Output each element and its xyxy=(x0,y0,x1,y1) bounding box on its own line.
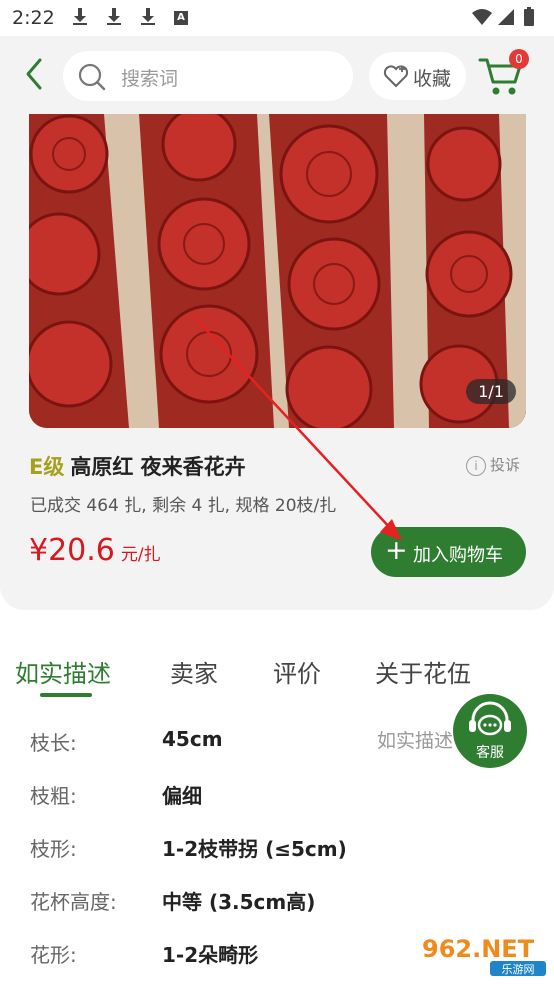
price-amount: ¥20.6 xyxy=(29,533,115,568)
tab-description[interactable]: 如实描述 xyxy=(15,654,111,689)
download-icon xyxy=(73,8,87,25)
spec-label: 枝长: xyxy=(30,731,77,755)
grade-label: E级 xyxy=(29,455,65,479)
spec-label: 枝粗: xyxy=(30,784,77,808)
customer-service-button[interactable]: 客服 xyxy=(453,694,527,768)
active-tab-indicator xyxy=(40,693,92,697)
favorite-label: 收藏 xyxy=(413,68,452,90)
info-icon: i xyxy=(466,455,486,476)
spec-label: 花杯高度: xyxy=(30,890,117,914)
search-input[interactable]: 搜索词 xyxy=(63,51,353,101)
report-label: 投诉 xyxy=(490,456,521,474)
spec-value: 中等 (3.5cm高) xyxy=(162,890,316,914)
search-icon xyxy=(78,63,106,91)
tab-about[interactable]: 关于花伍 xyxy=(375,654,471,689)
tab-reviews[interactable]: 评价 xyxy=(273,654,321,689)
favorite-button[interactable]: 收藏 xyxy=(369,52,466,100)
roses-image xyxy=(29,114,526,428)
status-time: 2:22 xyxy=(12,7,55,29)
spec-value: 偏细 xyxy=(162,784,202,808)
cart-button[interactable]: 0 xyxy=(478,49,529,98)
price-unit: 元/扎 xyxy=(120,545,161,565)
search-placeholder: 搜索词 xyxy=(121,68,179,90)
image-pager: 1/1 xyxy=(466,379,516,404)
plus-icon: + xyxy=(385,535,408,566)
spec-value: 45cm xyxy=(162,727,223,751)
spec-value: 1-2枝带拐 (≤5cm) xyxy=(162,837,347,861)
add-to-cart-label: 加入购物车 xyxy=(413,545,503,566)
detail-tabs: 如实描述 卖家 评价 关于花伍 xyxy=(0,648,554,696)
heart-icon xyxy=(383,65,409,88)
price: ¥20.6 元/扎 xyxy=(29,533,161,568)
watermark-brand: 962.NET xyxy=(422,935,535,963)
product-image[interactable]: 1/1 xyxy=(29,114,526,428)
download-icon xyxy=(107,8,121,25)
cart-count-badge: 0 xyxy=(509,49,529,69)
spec-label: 枝形: xyxy=(30,837,77,861)
download-icon xyxy=(141,8,155,25)
spec-label: 花形: xyxy=(30,943,77,967)
add-to-cart-button[interactable]: + 加入购物车 xyxy=(371,527,526,577)
spec-value: 1-2朵畸形 xyxy=(162,943,259,967)
wifi-signal-battery-icon xyxy=(472,7,534,26)
product-title: E级 高原红 夜来香花卉 xyxy=(29,451,246,481)
watermark-sub: 乐游网 xyxy=(502,963,535,976)
product-name: 高原红 夜来香花卉 xyxy=(70,455,246,479)
watermark-logo: 962.NET 乐游网 xyxy=(422,935,546,976)
description-label: 如实描述 xyxy=(377,730,454,752)
notification-a-icon: A xyxy=(174,11,188,25)
report-button[interactable]: i 投诉 xyxy=(466,454,520,476)
back-arrow-icon[interactable] xyxy=(22,56,46,92)
tab-seller[interactable]: 卖家 xyxy=(170,654,218,689)
status-bar: 2:22 A xyxy=(0,0,554,36)
headset-icon xyxy=(469,701,511,736)
product-meta: 已成交 464 扎, 剩余 4 扎, 规格 20枝/扎 xyxy=(30,496,337,516)
customer-service-label: 客服 xyxy=(476,745,504,761)
